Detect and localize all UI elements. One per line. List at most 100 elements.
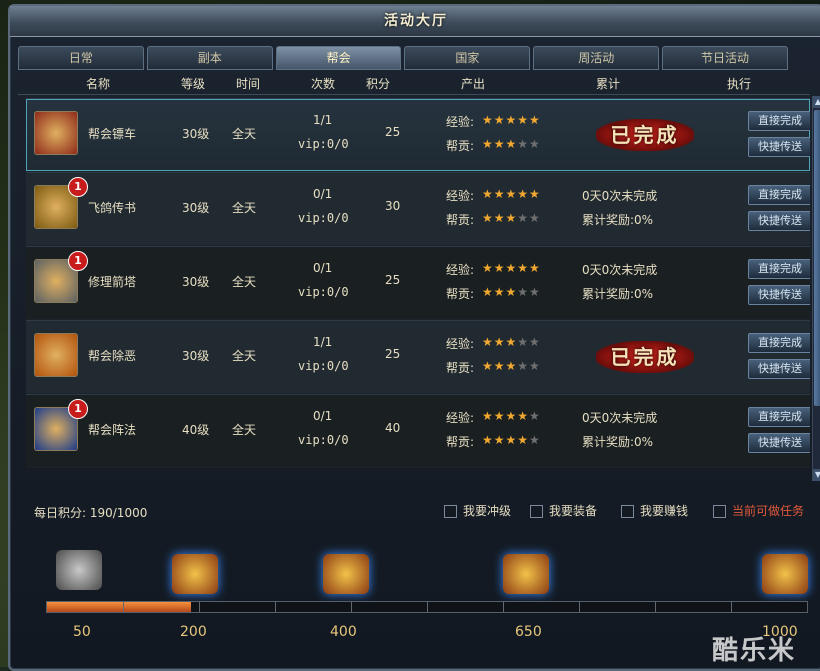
activity-time: 全天 <box>232 349 257 363</box>
scroll-up-arrow-icon[interactable]: ▲ <box>813 96 820 108</box>
col-output: 产出 <box>460 76 485 91</box>
quick-teleport-button[interactable]: 快捷传送 <box>748 285 810 305</box>
activity-count: 1/1 <box>313 113 333 127</box>
milestone-label: 50 <box>73 624 91 640</box>
notification-badge: 1 <box>68 177 88 197</box>
progress-tick <box>351 602 352 612</box>
activity-name: 帮会阵法 <box>88 423 137 437</box>
tab-bar: 日常 副本 帮会 国家 周活动 节日活动 <box>18 46 788 70</box>
exp-stars: ★★★★★ <box>482 335 541 349</box>
progress-tick <box>199 602 200 612</box>
completed-stamp: 已完成 <box>596 341 694 373</box>
quick-teleport-button[interactable]: 快捷传送 <box>748 433 810 453</box>
quick-teleport-button[interactable]: 快捷传送 <box>748 211 810 231</box>
activity-points: 40 <box>385 421 401 435</box>
col-name: 名称 <box>85 76 110 91</box>
activity-icon[interactable] <box>34 333 78 377</box>
tab-daily[interactable]: 日常 <box>18 46 144 70</box>
direct-complete-button[interactable]: 直接完成 <box>748 185 810 205</box>
notification-badge: 1 <box>68 399 88 419</box>
filter-level-up[interactable]: 我要冲级 <box>444 502 511 519</box>
quick-teleport-button[interactable]: 快捷传送 <box>748 137 810 157</box>
exp-label: 经验: <box>446 411 475 425</box>
filter-equipment[interactable]: 我要装备 <box>530 502 597 519</box>
activity-reward: 累计奖励:0% <box>582 287 654 301</box>
direct-complete-button[interactable]: 直接完成 <box>748 259 810 279</box>
checkbox-icon[interactable] <box>530 505 543 518</box>
tab-festival[interactable]: 节日活动 <box>662 46 788 70</box>
progress-tick <box>427 602 428 612</box>
contrib-stars: ★★★★★ <box>482 137 541 151</box>
scroll-down-arrow-icon[interactable]: ▼ <box>813 469 820 481</box>
exp-label: 经验: <box>446 263 475 277</box>
activity-name: 修理箭塔 <box>88 275 137 289</box>
progress-tick <box>579 602 580 612</box>
filter-available-tasks[interactable]: 当前可做任务 <box>713 502 804 519</box>
exp-label: 经验: <box>446 189 475 203</box>
points-progress-bar <box>46 601 808 613</box>
exp-stars: ★★★★★ <box>482 409 541 423</box>
activity-count: 1/1 <box>313 335 333 349</box>
tab-guild[interactable]: 帮会 <box>275 46 402 70</box>
contrib-label: 帮贡: <box>446 435 475 449</box>
chest-650-icon[interactable] <box>503 554 549 594</box>
activity-reward: 累计奖励:0% <box>582 435 654 449</box>
contrib-label: 帮贡: <box>446 213 475 227</box>
footer-panel: 每日积分: 190/1000 我要冲级 我要装备 我要赚钱 当前可做任务 50 … <box>10 484 820 664</box>
activity-icon[interactable] <box>34 111 78 155</box>
activity-progress: 0天0次未完成 <box>582 411 658 425</box>
table-row: 帮会镖车 30级 全天 1/1 vip:0/0 25 经验: ★★★★★ 帮贡:… <box>26 98 810 172</box>
filter-money[interactable]: 我要赚钱 <box>621 502 688 519</box>
activity-vip-count: vip:0/0 <box>298 433 349 447</box>
checkbox-icon[interactable] <box>621 505 634 518</box>
activity-progress: 0天0次未完成 <box>582 189 658 203</box>
chest-1000-icon[interactable] <box>762 554 808 594</box>
exp-label: 经验: <box>446 115 475 129</box>
milestone-label: 200 <box>180 624 207 640</box>
activity-vip-count: vip:0/0 <box>298 285 349 299</box>
milestone-label: 400 <box>330 624 357 640</box>
activity-time: 全天 <box>232 127 257 141</box>
activity-count: 0/1 <box>313 261 333 275</box>
activity-level: 30级 <box>182 127 210 141</box>
exp-stars: ★★★★★ <box>482 261 541 275</box>
quick-teleport-button[interactable]: 快捷传送 <box>748 359 810 379</box>
activity-points: 25 <box>385 273 401 287</box>
tab-weekly[interactable]: 周活动 <box>533 46 660 70</box>
activity-name: 帮会除恶 <box>88 349 137 363</box>
watermark: 酷乐米 <box>712 636 797 666</box>
table-header: 名称 等级 时间 次数 积分 产出 累计 执行 <box>18 72 810 95</box>
activity-list: 帮会镖车 30级 全天 1/1 vip:0/0 25 经验: ★★★★★ 帮贡:… <box>26 96 810 481</box>
col-count: 次数 <box>310 76 335 91</box>
window-title: 活动大厅 <box>10 6 820 37</box>
scroll-thumb[interactable] <box>814 110 820 406</box>
activity-points: 25 <box>385 125 401 139</box>
activity-count: 0/1 <box>313 187 333 201</box>
direct-complete-button[interactable]: 直接完成 <box>748 407 810 427</box>
tab-dungeon[interactable]: 副本 <box>146 46 273 70</box>
contrib-stars: ★★★★★ <box>482 211 541 225</box>
col-total: 累计 <box>595 76 620 91</box>
notification-badge: 1 <box>68 251 88 271</box>
table-row: 帮会除恶 30级 全天 1/1 vip:0/0 25 经验: ★★★★★ 帮贡:… <box>26 320 810 394</box>
list-scrollbar[interactable]: ▲ ▼ <box>812 96 820 481</box>
progress-tick <box>731 602 732 612</box>
activity-count: 0/1 <box>313 409 333 423</box>
checkbox-icon[interactable] <box>444 505 457 518</box>
points-progress-fill <box>47 602 192 612</box>
checkbox-icon[interactable] <box>713 505 726 518</box>
activity-level: 40级 <box>182 423 210 437</box>
chest-400-icon[interactable] <box>323 554 369 594</box>
table-row: 1 飞鸽传书 30级 全天 0/1 vip:0/0 30 经验: ★★★★★ 帮… <box>26 172 810 246</box>
direct-complete-button[interactable]: 直接完成 <box>748 333 810 353</box>
progress-tick <box>655 602 656 612</box>
activity-level: 30级 <box>182 201 210 215</box>
chest-200-icon[interactable] <box>172 554 218 594</box>
col-points: 积分 <box>365 76 390 91</box>
chest-50-opened-icon[interactable] <box>56 550 102 590</box>
contrib-label: 帮贡: <box>446 287 475 301</box>
direct-complete-button[interactable]: 直接完成 <box>748 111 810 131</box>
tab-country[interactable]: 国家 <box>404 46 531 70</box>
progress-tick <box>123 602 124 612</box>
table-row: 1 修理箭塔 30级 全天 0/1 vip:0/0 25 经验: ★★★★★ 帮… <box>26 246 810 320</box>
